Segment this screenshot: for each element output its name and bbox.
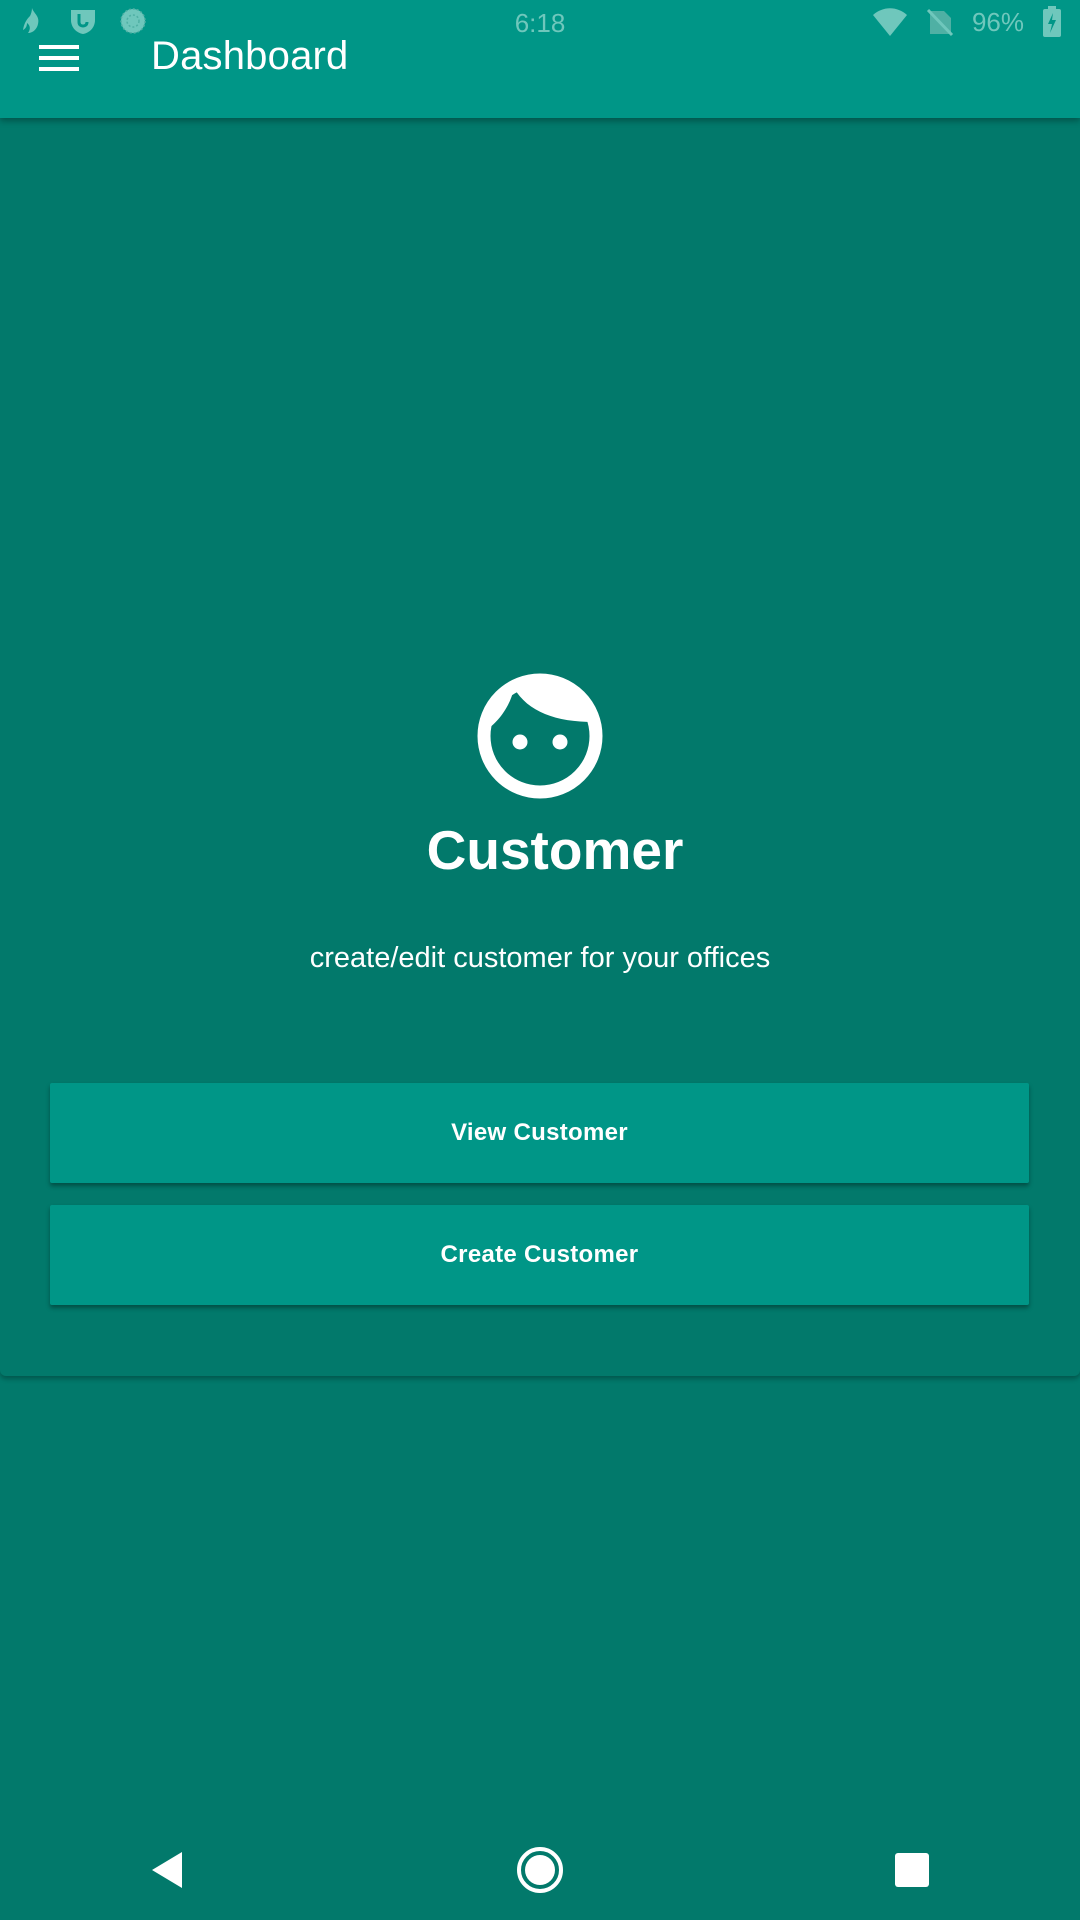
battery-percentage: 96% (971, 6, 1024, 37)
view-customer-button[interactable]: View Customer (50, 1083, 1029, 1183)
screen: 6:18 96% Dashboard Customer create/edit … (0, 0, 1080, 1920)
wifi-icon (872, 8, 907, 36)
card-title: Customer (426, 819, 684, 881)
no-sim-icon (926, 8, 954, 37)
home-icon (517, 1847, 563, 1893)
create-customer-button[interactable]: Create Customer (50, 1205, 1029, 1305)
status-indicators: 96% (872, 6, 1062, 38)
recents-button[interactable] (882, 1840, 942, 1900)
back-icon (152, 1852, 182, 1888)
recents-icon (895, 1853, 929, 1887)
menu-button[interactable] (30, 36, 88, 80)
page-title: Dashboard (151, 34, 349, 78)
navigation-bar (0, 1820, 1080, 1920)
app-bar: 6:18 96% Dashboard (0, 0, 1080, 118)
hamburger-menu-icon (39, 45, 79, 71)
card-subtitle: create/edit customer for your offices (309, 942, 771, 974)
home-button[interactable] (510, 1840, 570, 1900)
back-button[interactable] (138, 1840, 198, 1900)
face-icon (477, 673, 603, 799)
battery-charging-icon (1043, 6, 1061, 37)
